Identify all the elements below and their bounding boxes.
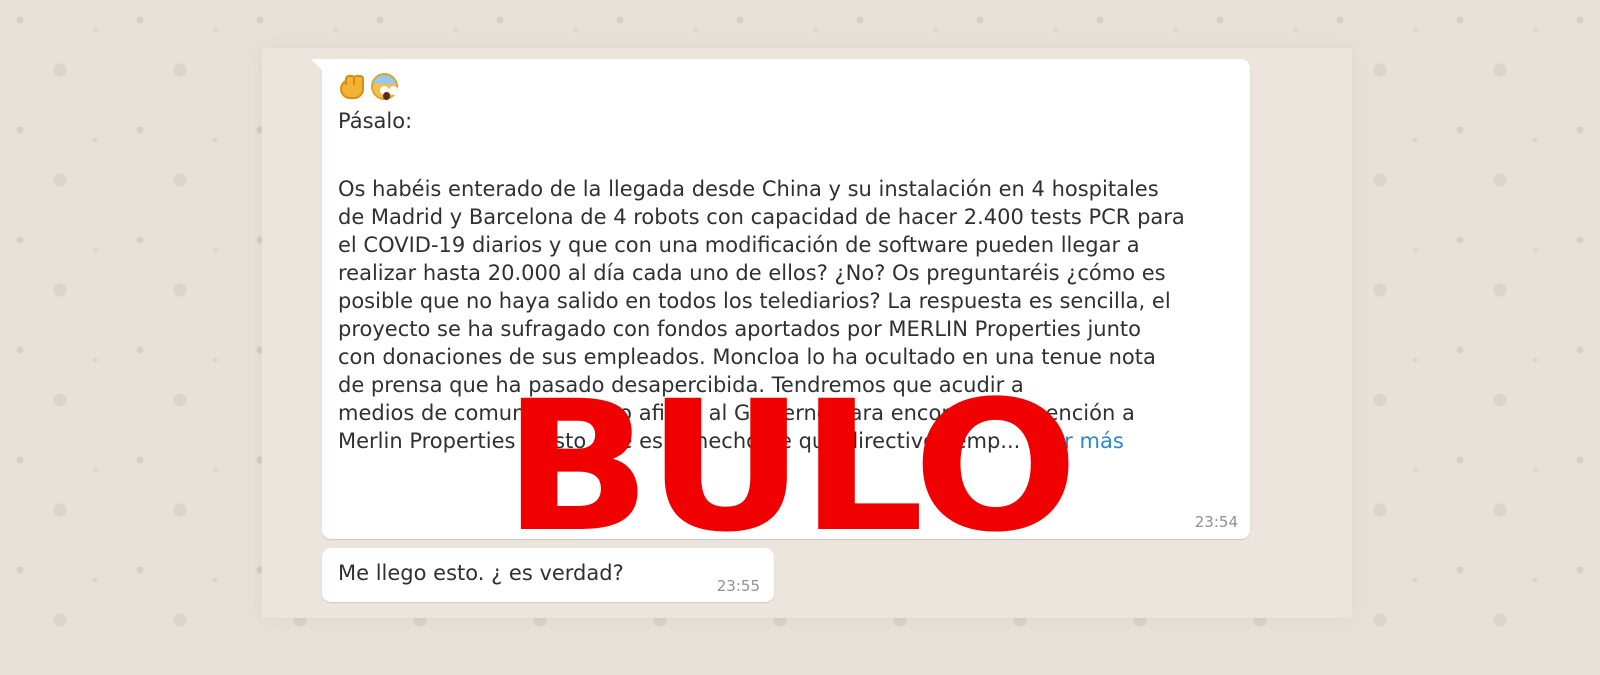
message-body-text: Os habéis enterado de la llegada desde C… — [338, 177, 1185, 453]
face-screaming-in-fear-emoji-icon — [369, 71, 399, 101]
message-text-question: Me llego esto. ¿ es verdad? — [338, 561, 624, 585]
message-timestamp-question: 23:55 — [716, 577, 760, 595]
message-timestamp: 23:54 — [1194, 513, 1238, 531]
incoming-message-bubble-question[interactable]: Me llego esto. ¿ es verdad? 23:55 — [322, 548, 774, 602]
message-text: Os habéis enterado de la llegada desde C… — [338, 175, 1228, 455]
message-intro: Pásalo: — [338, 109, 413, 133]
incoming-message-bubble[interactable]: Pásalo: Os habéis enterado de la llegada… — [311, 59, 1250, 539]
fist-emoji-icon — [338, 71, 368, 101]
emoji-row — [338, 71, 399, 101]
read-more-link[interactable]: Leer más — [1027, 429, 1124, 453]
